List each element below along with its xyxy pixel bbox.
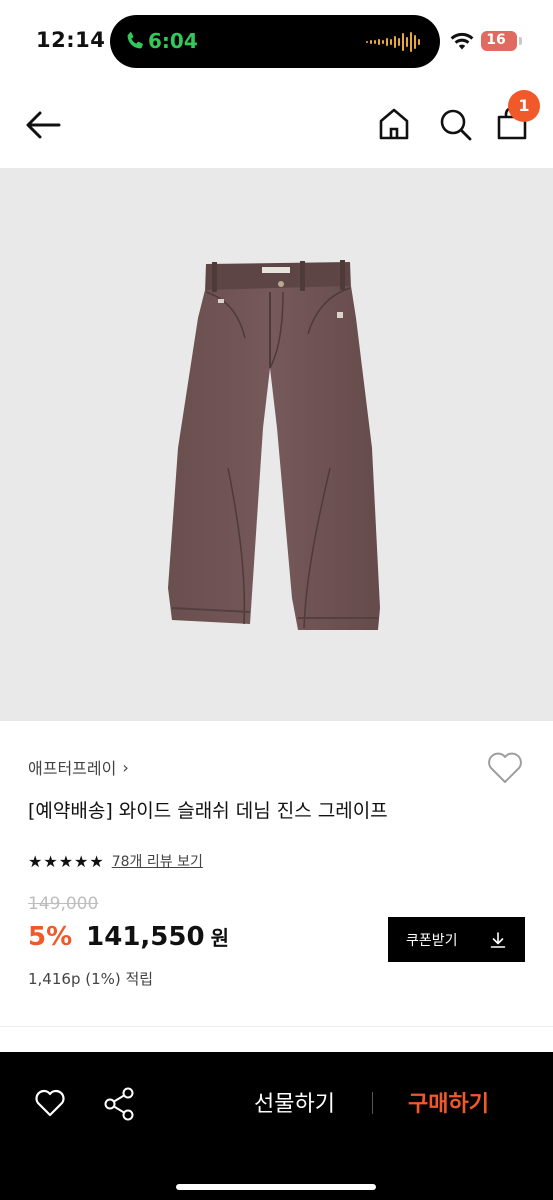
chevron-right-icon: › — [122, 757, 129, 777]
divider — [0, 1026, 553, 1027]
bottom-action-bar: 선물하기 구매하기 — [0, 1052, 553, 1200]
reward-points: 1,416p (1%) 적립 — [28, 970, 154, 988]
star-icon: ★ — [74, 851, 89, 871]
star-icon: ★ — [28, 851, 43, 871]
gift-button[interactable]: 선물하기 — [254, 1086, 335, 1118]
brand-name: 애프터프레이 — [28, 759, 117, 778]
heart-icon[interactable] — [486, 750, 524, 786]
star-icon: ★ — [43, 851, 58, 871]
currency-unit: 원 — [210, 926, 229, 950]
product-title: [예약배송] 와이드 슬래쉬 데님 진스 그레이프 — [28, 800, 388, 822]
coupon-button[interactable]: 쿠폰받기 — [388, 917, 525, 962]
heart-icon[interactable] — [34, 1088, 66, 1118]
product-image[interactable] — [0, 168, 553, 721]
phone-icon — [127, 32, 143, 49]
search-icon[interactable] — [437, 106, 473, 142]
call-duration: 6:04 — [148, 29, 198, 53]
star-rating: ★ ★ ★ ★ ★ — [28, 852, 104, 871]
status-bar: 12:14 6:04 16 — [0, 0, 553, 84]
star-icon: ★ — [89, 851, 104, 871]
price-row: 5% 141,550 원 — [28, 922, 229, 952]
battery-level: 16 — [486, 32, 506, 48]
jeans-illustration — [168, 260, 380, 630]
battery-cap — [519, 37, 522, 45]
cart-count-badge: 1 — [508, 90, 540, 122]
brand-link[interactable]: 애프터프레이 › — [28, 755, 129, 779]
call-indicator[interactable]: 6:04 — [110, 15, 440, 68]
star-icon: ★ — [58, 851, 74, 871]
original-price: 149,000 — [28, 894, 99, 914]
status-time: 12:14 — [36, 28, 106, 52]
battery-icon: 16 — [481, 31, 517, 51]
coupon-label: 쿠폰받기 — [406, 932, 458, 949]
download-icon — [490, 931, 506, 948]
buy-button[interactable]: 구매하기 — [408, 1086, 489, 1118]
wifi-icon — [450, 32, 474, 50]
review-link[interactable]: 78개 리뷰 보기 — [112, 851, 203, 871]
back-arrow-icon[interactable] — [24, 108, 62, 142]
discount-rate: 5% — [28, 922, 73, 952]
share-icon[interactable] — [102, 1086, 136, 1122]
top-nav: 1 — [0, 84, 553, 168]
separator — [372, 1092, 373, 1114]
home-indicator[interactable] — [176, 1184, 376, 1190]
home-icon[interactable] — [376, 106, 412, 142]
rating-row: ★ ★ ★ ★ ★ 78개 리뷰 보기 — [28, 851, 203, 871]
sale-price: 141,550 — [86, 922, 205, 952]
audio-wave-icon — [366, 32, 420, 52]
